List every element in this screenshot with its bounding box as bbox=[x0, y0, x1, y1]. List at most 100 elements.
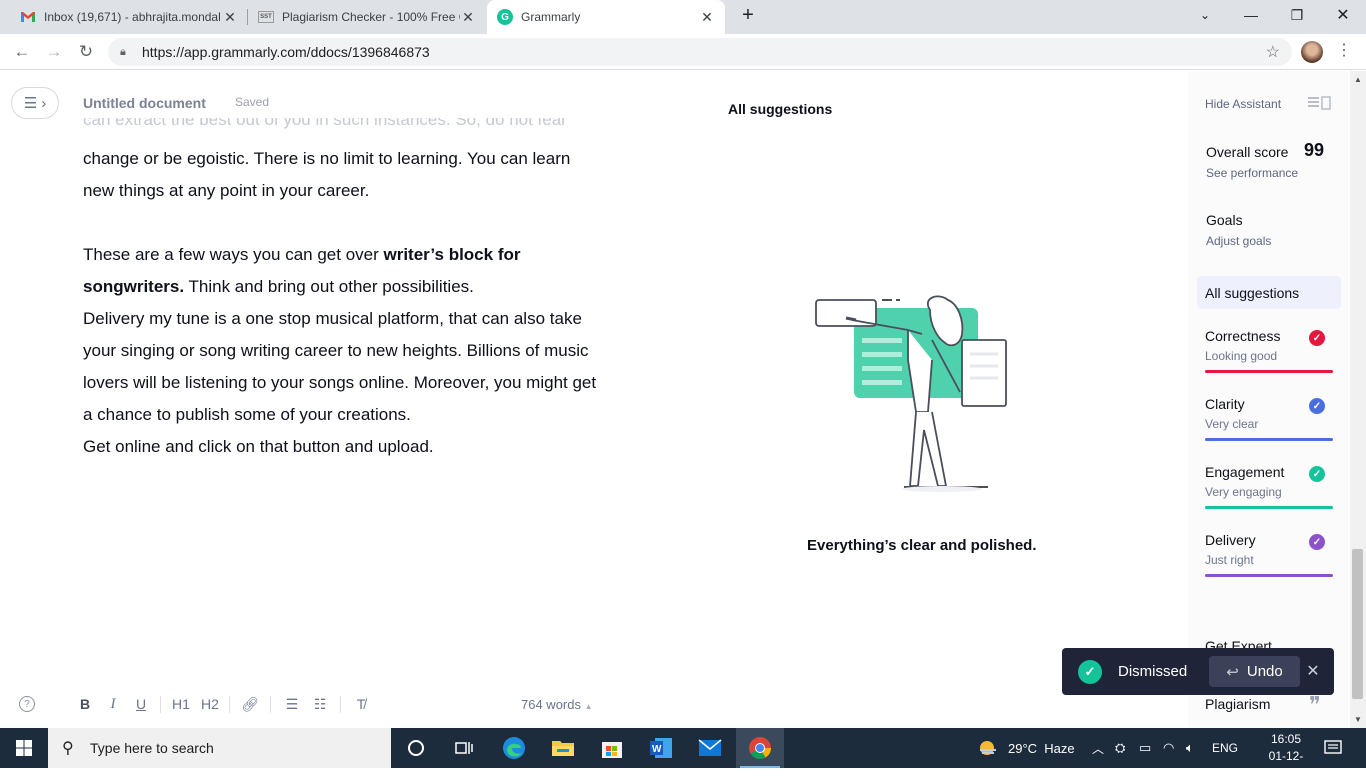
language-indicator[interactable]: ENG bbox=[1212, 728, 1238, 768]
text-line: Get online and click on that button and … bbox=[83, 437, 434, 456]
browser-menu-icon[interactable]: ⋮ bbox=[1336, 40, 1352, 60]
bookmark-star-icon[interactable]: ☆ bbox=[1266, 42, 1280, 62]
weather-widget[interactable]: 29°C Haze bbox=[977, 728, 1075, 768]
category-delivery[interactable]: Delivery Just right ✓ bbox=[1205, 532, 1333, 586]
chrome-icon[interactable] bbox=[736, 728, 784, 768]
tab-separator bbox=[247, 9, 248, 25]
help-icon[interactable]: ? bbox=[19, 696, 35, 712]
edge-browser-icon[interactable] bbox=[490, 728, 538, 768]
close-window-button[interactable]: ✕ bbox=[1320, 0, 1366, 30]
windows-logo-icon bbox=[16, 740, 32, 756]
notification-center-icon[interactable] bbox=[1324, 728, 1342, 768]
battery-icon[interactable]: ▭ bbox=[1139, 728, 1151, 768]
toolbar-divider bbox=[340, 696, 341, 713]
meet-now-icon[interactable]: ⛭ bbox=[1115, 728, 1125, 768]
overall-score-label[interactable]: Overall score bbox=[1206, 144, 1288, 160]
category-clarity[interactable]: Clarity Very clear ✓ bbox=[1205, 396, 1333, 450]
scroll-down-icon[interactable]: ▼ bbox=[1354, 715, 1362, 724]
link-icon[interactable]: 🔗︎ bbox=[240, 696, 260, 713]
gmail-icon bbox=[20, 9, 36, 25]
category-bar bbox=[1205, 370, 1333, 373]
category-engagement[interactable]: Engagement Very engaging ✓ bbox=[1205, 464, 1333, 518]
back-icon[interactable]: ← bbox=[10, 40, 34, 64]
reload-icon[interactable]: ↻ bbox=[74, 40, 98, 64]
document-menu-button[interactable]: ☰ › bbox=[11, 87, 59, 119]
bold-button[interactable]: B bbox=[75, 696, 95, 712]
system-clock[interactable]: 16:05 01-12-2021 bbox=[1256, 731, 1316, 782]
browser-toolbar: ← → ↻ 🔒︎ https://app.grammarly.com/ddocs… bbox=[0, 34, 1366, 70]
adjust-goals-link[interactable]: Adjust goals bbox=[1206, 234, 1271, 248]
haze-weather-icon bbox=[980, 741, 996, 755]
scroll-thumb[interactable] bbox=[1352, 549, 1363, 699]
forward-icon[interactable]: → bbox=[42, 40, 66, 64]
close-tab-icon[interactable]: ✕ bbox=[460, 9, 476, 26]
clock-date: 01-12-2021 bbox=[1268, 749, 1304, 780]
toolbar-divider bbox=[270, 696, 271, 713]
file-explorer-icon[interactable] bbox=[539, 728, 587, 768]
taskbar-search[interactable]: ⚲ Type here to search bbox=[48, 728, 391, 768]
panel-toggle-icon[interactable] bbox=[1307, 96, 1331, 110]
address-bar[interactable]: 🔒︎ https://app.grammarly.com/ddocs/13968… bbox=[108, 38, 1292, 66]
dismissed-toast: ✓ Dismissed ↩ Undo ✕ bbox=[1062, 648, 1334, 695]
word-icon[interactable]: W bbox=[637, 728, 685, 768]
category-name: Engagement bbox=[1205, 464, 1285, 480]
document-body[interactable]: change or be egoistic. There is no limit… bbox=[83, 143, 643, 463]
grammarly-icon: G bbox=[497, 9, 513, 25]
volume-icon[interactable]: 🔈︎ bbox=[1186, 728, 1194, 768]
italic-button[interactable]: I bbox=[103, 696, 123, 713]
goals-label[interactable]: Goals bbox=[1206, 212, 1243, 228]
clear-format-icon[interactable]: T̸ bbox=[351, 696, 371, 712]
tab-gmail[interactable]: Inbox (19,671) - abhrajita.mondal ✕ bbox=[12, 0, 246, 34]
category-correctness[interactable]: Correctness Looking good ✓ bbox=[1205, 328, 1333, 382]
heading2-button[interactable]: H2 bbox=[200, 696, 220, 712]
hide-assistant-button[interactable]: Hide Assistant bbox=[1205, 97, 1281, 111]
category-name: Correctness bbox=[1205, 328, 1281, 344]
show-hidden-icons[interactable]: ︿ bbox=[1092, 728, 1104, 768]
windows-start-button[interactable] bbox=[0, 728, 48, 768]
numbered-list-icon[interactable]: ☰ bbox=[282, 696, 302, 713]
wifi-icon[interactable]: ◠ bbox=[1163, 728, 1174, 768]
plagiarism-button[interactable]: Plagiarism bbox=[1205, 696, 1270, 712]
page-scrollbar[interactable]: ▲ ▼ bbox=[1350, 71, 1366, 728]
tab-grammarly[interactable]: G Grammarly ✕ bbox=[487, 0, 725, 34]
all-clear-message: Everything’s clear and polished. bbox=[807, 537, 1037, 554]
close-tab-icon[interactable]: ✕ bbox=[222, 9, 238, 26]
get-expert-item[interactable]: Get Expert bbox=[1205, 640, 1335, 648]
close-toast-icon[interactable]: ✕ bbox=[1304, 661, 1322, 681]
category-name: Clarity bbox=[1205, 396, 1245, 412]
mail-icon[interactable] bbox=[686, 728, 734, 768]
category-bar bbox=[1205, 506, 1333, 509]
category-status: Looking good bbox=[1205, 349, 1278, 363]
document-title[interactable]: Untitled document bbox=[83, 95, 206, 111]
task-view-icon[interactable] bbox=[440, 728, 488, 768]
search-icon: ⚲ bbox=[62, 740, 74, 757]
profile-avatar[interactable] bbox=[1301, 41, 1323, 63]
scroll-up-icon[interactable]: ▲ bbox=[1354, 75, 1362, 84]
all-suggestions-tab[interactable]: All suggestions bbox=[1197, 276, 1341, 309]
text-line: These are a few ways you can get over wr… bbox=[83, 245, 521, 264]
see-performance-link[interactable]: See performance bbox=[1206, 166, 1298, 180]
browser-tab-strip: Inbox (19,671) - abhrajita.mondal ✕ SST … bbox=[0, 0, 1366, 34]
windows-taskbar: ⚲ Type here to search W 29°C Haze ︿ ⛭ ▭ … bbox=[0, 728, 1366, 780]
tab-plagiarism-checker[interactable]: SST Plagiarism Checker - 100% Free C ✕ bbox=[250, 0, 484, 34]
bulleted-list-icon[interactable]: ☷ bbox=[310, 696, 330, 713]
cortana-icon[interactable] bbox=[392, 728, 440, 768]
undo-button[interactable]: ↩ Undo bbox=[1209, 656, 1300, 687]
heading1-button[interactable]: H1 bbox=[171, 696, 191, 712]
minimize-button[interactable]: — bbox=[1228, 0, 1274, 30]
new-tab-button[interactable]: + bbox=[725, 0, 771, 30]
weather-text: 29°C Haze bbox=[1008, 740, 1075, 756]
close-tab-icon[interactable]: ✕ bbox=[699, 9, 715, 26]
hamburger-icon: ☰ › bbox=[23, 95, 47, 112]
underline-button[interactable]: U bbox=[131, 696, 151, 712]
text-line: change or be egoistic. There is no limit… bbox=[83, 149, 571, 168]
text-line: Delivery my tune is a one stop musical p… bbox=[83, 309, 582, 328]
microsoft-store-icon[interactable] bbox=[588, 728, 636, 768]
restore-button[interactable]: ❐ bbox=[1274, 0, 1320, 30]
word-count[interactable]: 764 words ▲ bbox=[521, 697, 593, 712]
tab-search-icon[interactable]: ⌄ bbox=[1182, 0, 1228, 30]
save-status: Saved bbox=[235, 95, 270, 109]
quote-icon: ❞ bbox=[1309, 693, 1321, 718]
category-bar bbox=[1205, 438, 1333, 441]
toolbar-divider bbox=[160, 696, 161, 713]
